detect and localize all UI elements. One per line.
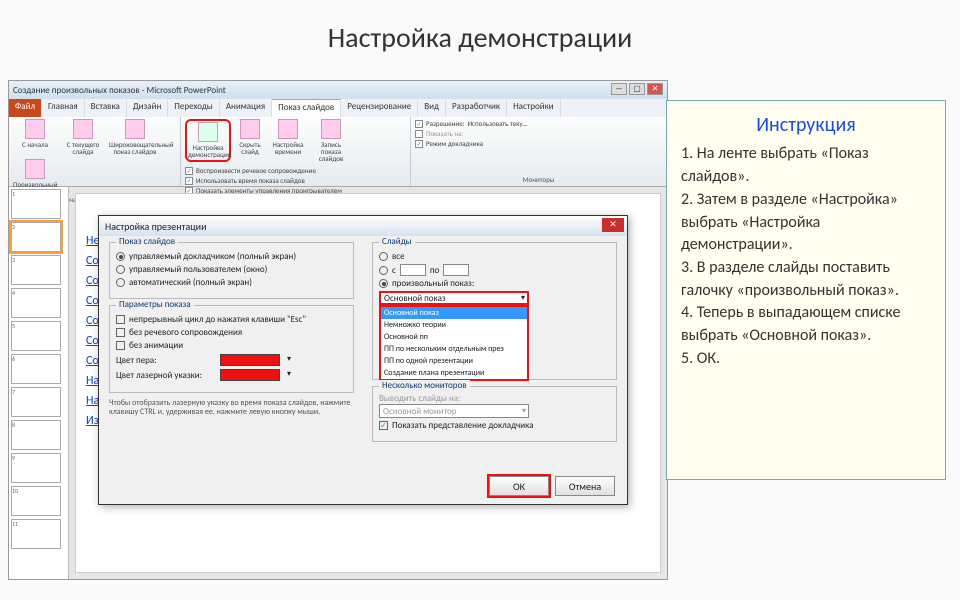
setup-dialog: Настройка презентации ✕ Показ слайдов уп…: [98, 215, 628, 505]
radio-custom[interactable]: произвольный показ:: [379, 278, 610, 289]
maximize-icon[interactable]: ▢: [629, 83, 645, 95]
thumb[interactable]: 1: [11, 189, 61, 219]
advance-label: Выводить слайды на:: [379, 393, 610, 404]
app-title: Создание произвольных показов - Microsof…: [13, 85, 226, 96]
page-title: Настройка демонстрации: [0, 0, 960, 55]
laser-hint: Чтобы отобразить лазерную указку во врем…: [109, 399, 354, 417]
ribbon: С начала С текущего слайда Широковещател…: [9, 117, 667, 187]
gb-monitors: Несколько мониторов: [379, 380, 470, 391]
thumb[interactable]: 5: [11, 321, 61, 351]
chk-timings[interactable]: ✓Использовать время показа слайдов: [185, 176, 342, 185]
chk-no-anim[interactable]: без анимации: [116, 340, 347, 351]
instruction-title: Инструкция: [681, 111, 931, 139]
thumb[interactable]: 3: [11, 255, 61, 285]
tab-design[interactable]: Дизайн: [127, 99, 168, 117]
monitor-combo: Основной монитор: [379, 404, 529, 418]
list-item[interactable]: Создание плана презентации: [381, 367, 527, 379]
list-item[interactable]: Основной пп: [381, 331, 527, 343]
broadcast-button[interactable]: Широковещательный показ слайдов: [109, 119, 161, 155]
tab-insert[interactable]: Вставка: [85, 99, 127, 117]
tab-home[interactable]: Главная: [42, 99, 85, 117]
thumb[interactable]: 11: [11, 519, 61, 549]
instruction-step: 5. ОК.: [681, 348, 931, 371]
minimize-icon[interactable]: —: [611, 83, 627, 95]
tab-transitions[interactable]: Переходы: [168, 99, 220, 117]
setup-highlight: Настройка демонстрации: [185, 119, 231, 162]
show-on-row: Показать на:: [415, 129, 463, 138]
thumb[interactable]: 6: [11, 354, 61, 384]
instruction-step: 3. В разделе слайды поставить галочку «п…: [681, 257, 931, 302]
cancel-button[interactable]: Отмена: [555, 476, 615, 496]
resolution-row[interactable]: ✓Разрешение: Использовать теку...: [415, 119, 528, 128]
from-current-button[interactable]: С текущего слайда: [61, 119, 105, 155]
radio-presenter[interactable]: управляемый докладчиком (полный экран): [116, 251, 347, 262]
instruction-panel: Инструкция 1. На ленте выбрать «Показ сл…: [666, 100, 946, 480]
setup-slideshow-button[interactable]: Настройка демонстрации: [188, 122, 228, 158]
gb-options: Параметры показа: [116, 299, 194, 310]
instruction-step: 4. Теперь в выпадающем списке выбрать «О…: [681, 302, 931, 347]
radio-range[interactable]: спо: [379, 264, 610, 276]
thumb[interactable]: 2: [11, 222, 61, 252]
ribbon-tabs: Файл Главная Вставка Дизайн Переходы Ани…: [9, 99, 667, 117]
thumb[interactable]: 9: [11, 453, 61, 483]
tab-view[interactable]: Вид: [418, 99, 446, 117]
gb-slides: Слайды: [379, 236, 415, 247]
instruction-step: 2. Затем в разделе «Настройка» выбрать «…: [681, 189, 931, 257]
record-button[interactable]: Запись показа слайдов: [311, 119, 351, 162]
radio-user[interactable]: управляемый пользователем (окно): [116, 264, 347, 275]
thumb[interactable]: 10: [11, 486, 61, 516]
chk-no-narration[interactable]: без речевого сопровождения: [116, 327, 347, 338]
titlebar: Создание произвольных показов - Microsof…: [9, 81, 667, 99]
instruction-step: 1. На ленте выбрать «Показ слайдов».: [681, 143, 931, 188]
radio-all[interactable]: все: [379, 251, 610, 262]
dialog-close-icon[interactable]: ✕: [602, 218, 624, 232]
rehearse-button[interactable]: Настройка времени: [269, 119, 307, 162]
thumb[interactable]: 4: [11, 288, 61, 318]
tab-developer[interactable]: Разработчик: [446, 99, 507, 117]
tab-slideshow[interactable]: Показ слайдов: [272, 99, 341, 117]
list-item[interactable]: ПП по нескольким отдельным през: [381, 343, 527, 355]
dialog-title: Настройка презентации ✕: [99, 216, 627, 236]
hide-slide-button[interactable]: Скрыть слайд: [235, 119, 265, 162]
tab-review[interactable]: Рецензирование: [341, 99, 418, 117]
tab-addins[interactable]: Настройки: [507, 99, 561, 117]
presenter-mode[interactable]: ✓Режим докладчика: [415, 139, 483, 148]
tab-anim[interactable]: Анимация: [220, 99, 272, 117]
laser-color[interactable]: Цвет лазерной указки:: [116, 369, 347, 381]
gb-show: Показ слайдов: [116, 236, 178, 247]
ok-button[interactable]: ОК: [489, 476, 549, 496]
tab-file[interactable]: Файл: [9, 99, 42, 117]
close-icon[interactable]: ✕: [647, 83, 663, 95]
pen-color[interactable]: Цвет пера:: [116, 354, 347, 366]
list-item[interactable]: Основной показ: [381, 307, 527, 319]
group-monitors: Мониторы: [415, 175, 662, 184]
chk-narration[interactable]: ✓Воспроизвести речевое сопровождение: [185, 166, 342, 175]
from-start-button[interactable]: С начала: [13, 119, 57, 155]
thumb[interactable]: 8: [11, 420, 61, 450]
list-item[interactable]: Немножко теории: [381, 319, 527, 331]
thumb[interactable]: 7: [11, 387, 61, 417]
custom-show-list[interactable]: Основной показ Немножко теории Основной …: [379, 305, 529, 381]
radio-kiosk[interactable]: автоматический (полный экран): [116, 277, 347, 288]
custom-show-combo[interactable]: Основной показ: [379, 291, 529, 305]
chk-loop[interactable]: непрерывный цикл до нажатия клавиши "Esc…: [116, 314, 347, 325]
list-item[interactable]: ПП по одной презентации: [381, 355, 527, 367]
slide-thumbs: 1 2 3 4 5 6 7 8 9 10 11: [9, 187, 69, 579]
chk-presenter-view[interactable]: ✓Показать представление докладчика: [379, 420, 610, 431]
